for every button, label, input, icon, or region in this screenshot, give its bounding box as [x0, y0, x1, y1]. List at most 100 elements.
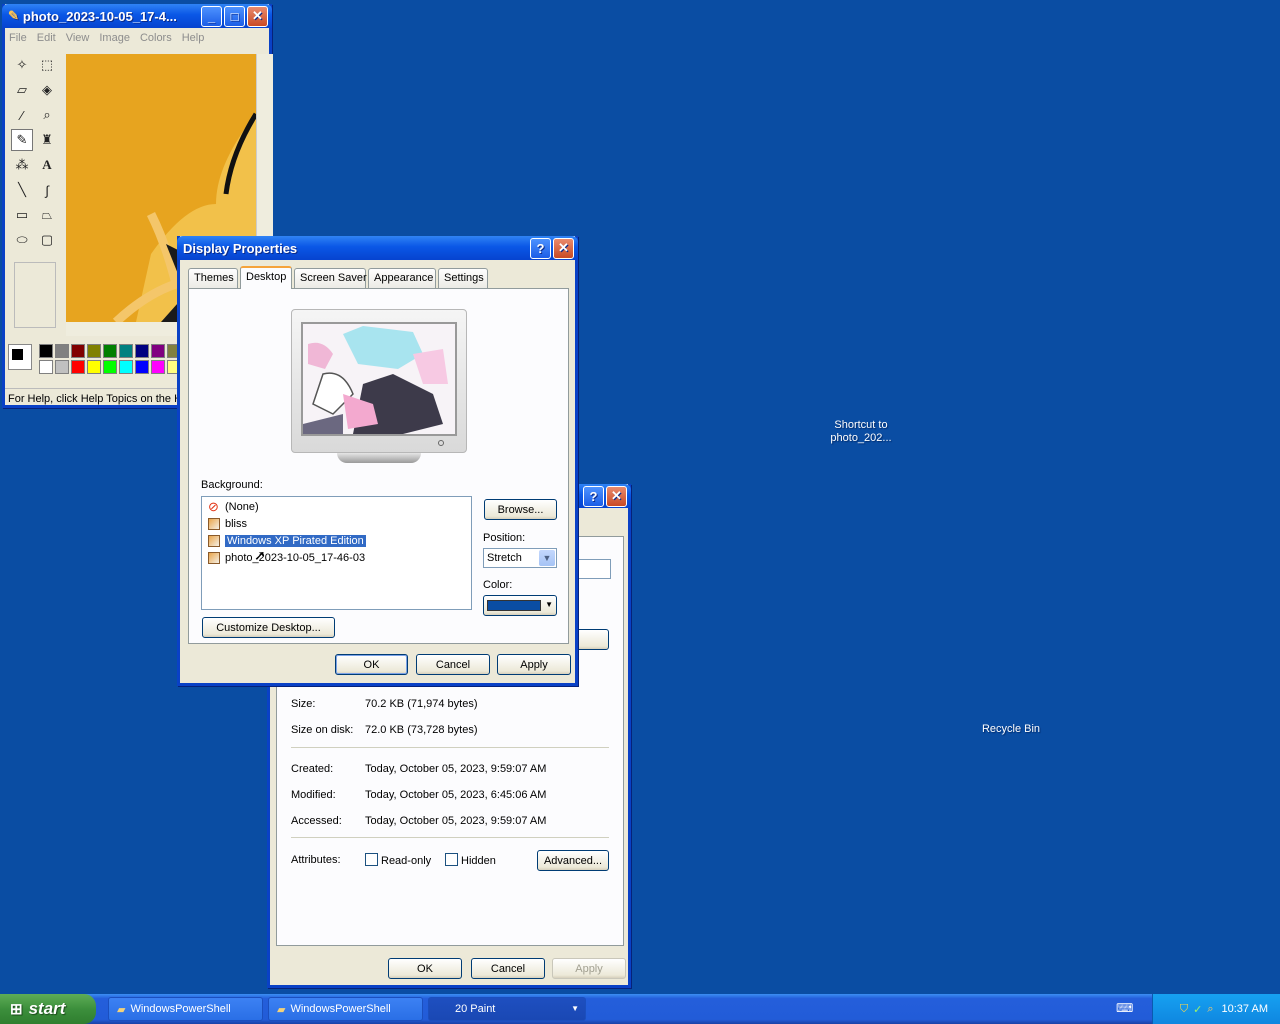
swatch-navy[interactable] [135, 344, 149, 358]
rounded-rect-icon[interactable]: ▢ [36, 229, 58, 251]
hidden-checkbox[interactable] [445, 853, 458, 866]
swatch-gray[interactable] [55, 344, 69, 358]
eraser-icon[interactable]: ▱ [11, 79, 33, 101]
position-select[interactable]: Stretch ▼ [483, 548, 557, 568]
hidden-label: Hidden [461, 855, 496, 867]
text-tool-icon[interactable]: A [36, 154, 58, 176]
taskbar-button-powershell-1[interactable]: ▰ WindowsPowerShell [108, 997, 263, 1021]
pencil-icon[interactable]: ✎ [11, 129, 33, 151]
swatch-lime[interactable] [103, 360, 117, 374]
color-picker-icon[interactable]: ⁄ [11, 104, 33, 126]
advanced-button[interactable]: Advanced... [537, 850, 609, 871]
menu-file[interactable]: File [9, 32, 27, 44]
list-item[interactable]: ⊘ (None) [208, 499, 259, 515]
swatch-white[interactable] [39, 360, 53, 374]
divider [291, 747, 609, 748]
position-value: Stretch [487, 552, 522, 564]
security-shield-icon[interactable]: ⛉ [1180, 1003, 1188, 1016]
tool-options-box[interactable] [14, 262, 56, 328]
search-icon[interactable]: ⌕ [1207, 1003, 1213, 1016]
background-listbox[interactable]: ⊘ (None) bliss Windows XP Pirated Editio… [201, 496, 472, 610]
brush-icon[interactable]: ♜ [36, 129, 58, 151]
tab-settings[interactable]: Settings [438, 268, 488, 288]
system-tray: ⛉ ✓ ⌕ 10:37 AM [1152, 994, 1280, 1024]
maximize-icon[interactable]: □ [224, 5, 245, 27]
display-ok-button[interactable]: OK [335, 654, 408, 675]
paint-app-icon: ✎ [8, 8, 19, 23]
help-icon[interactable]: ? [583, 485, 604, 507]
ellipse-icon[interactable]: ⬭ [11, 229, 33, 251]
rect-select-icon[interactable]: ⬚ [36, 54, 58, 76]
airbrush-icon[interactable]: ⁂ [11, 154, 33, 176]
network-icon[interactable]: ✓ [1193, 1003, 1202, 1016]
swatch-blue[interactable] [135, 360, 149, 374]
customize-desktop-button[interactable]: Customize Desktop... [202, 617, 335, 638]
size-on-disk-label: Size on disk: [291, 724, 354, 736]
start-button[interactable]: ⊞ start [0, 994, 96, 1024]
close-icon[interactable]: ✕ [247, 5, 268, 27]
list-item-selected[interactable]: Windows XP Pirated Edition [208, 533, 367, 549]
polygon-icon[interactable]: ⏢ [36, 204, 58, 226]
taskbar-button-paint-group[interactable]: 20 Paint ▼ [428, 997, 586, 1021]
swatch-teal[interactable] [119, 344, 133, 358]
close-icon[interactable]: ✕ [553, 237, 574, 259]
tab-appearance[interactable]: Appearance [368, 268, 436, 288]
clock: 10:37 AM [1221, 1003, 1268, 1015]
help-icon[interactable]: ? [530, 237, 551, 259]
swatch-olive[interactable] [87, 344, 101, 358]
swatch-yellow[interactable] [87, 360, 101, 374]
size-value: 70.2 KB (71,974 bytes) [365, 698, 478, 710]
list-item[interactable]: bliss [208, 516, 247, 532]
recycle-bin-icon[interactable]: Recycle Bin [972, 723, 1050, 736]
monitor-preview [291, 309, 467, 453]
menu-edit[interactable]: Edit [37, 32, 56, 44]
display-titlebar[interactable]: Display Properties ? ✕ [177, 236, 578, 260]
swatch-magenta[interactable] [151, 360, 165, 374]
dropdown-arrow-icon: ▼ [545, 600, 553, 609]
swatch-green[interactable] [103, 344, 117, 358]
line-icon[interactable]: ╲ [11, 179, 33, 201]
readonly-checkbox[interactable] [365, 853, 378, 866]
menu-help[interactable]: Help [182, 32, 205, 44]
display-properties-dialog: Display Properties ? ✕ Themes Desktop Sc… [177, 236, 578, 686]
properties-cancel-button[interactable]: Cancel [471, 958, 545, 979]
free-select-icon[interactable]: ✧ [11, 54, 33, 76]
swatch-red[interactable] [71, 360, 85, 374]
menu-view[interactable]: View [66, 32, 90, 44]
close-icon[interactable]: ✕ [606, 485, 627, 507]
rectangle-icon[interactable]: ▭ [11, 204, 33, 226]
properties-apply-button[interactable]: Apply [552, 958, 626, 979]
tab-screen-saver[interactable]: Screen Saver [294, 268, 367, 288]
swatch-purple[interactable] [151, 344, 165, 358]
recycle-bin-label: Recycle Bin [981, 723, 1041, 735]
paint-titlebar[interactable]: ✎ photo_2023-10-05_17-4... _ □ ✕ [2, 4, 272, 28]
color-picker-button[interactable]: ▼ [483, 595, 557, 616]
swatch-cyan[interactable] [119, 360, 133, 374]
list-item[interactable]: photo_2023-10-05_17-46-03 [208, 550, 365, 566]
curve-icon[interactable]: ∫ [36, 179, 58, 201]
display-apply-button[interactable]: Apply [497, 654, 571, 675]
magnifier-icon[interactable]: ⌕ [36, 104, 58, 126]
minimize-icon[interactable]: _ [201, 5, 222, 27]
properties-ok-button[interactable]: OK [388, 958, 462, 979]
tab-themes[interactable]: Themes [188, 268, 238, 288]
swatch-silver[interactable] [55, 360, 69, 374]
swatch-maroon[interactable] [71, 344, 85, 358]
created-label: Created: [291, 763, 334, 775]
display-cancel-button[interactable]: Cancel [416, 654, 490, 675]
display-tabstrip: Themes Desktop Screen Saver Appearance S… [188, 266, 569, 290]
taskbar-button-powershell-2[interactable]: ▰ WindowsPowerShell [268, 997, 423, 1021]
readonly-label: Read-only [381, 855, 432, 867]
browse-button[interactable]: Browse... [484, 499, 557, 520]
keyboard-icon[interactable]: ⌨ [1116, 1001, 1133, 1015]
current-colors[interactable] [8, 344, 32, 370]
swatch-black[interactable] [39, 344, 53, 358]
tab-desktop[interactable]: Desktop [240, 266, 292, 289]
menu-colors[interactable]: Colors [140, 32, 172, 44]
size-label: Size: [291, 698, 316, 710]
desktop-shortcut-icon[interactable]: Shortcut to photo_202... [820, 419, 902, 445]
paint-statusbar: For Help, click Help Topics on the He [5, 388, 181, 408]
menu-image[interactable]: Image [99, 32, 130, 44]
preview-screen [301, 322, 457, 436]
fill-icon[interactable]: ◈ [36, 79, 58, 101]
